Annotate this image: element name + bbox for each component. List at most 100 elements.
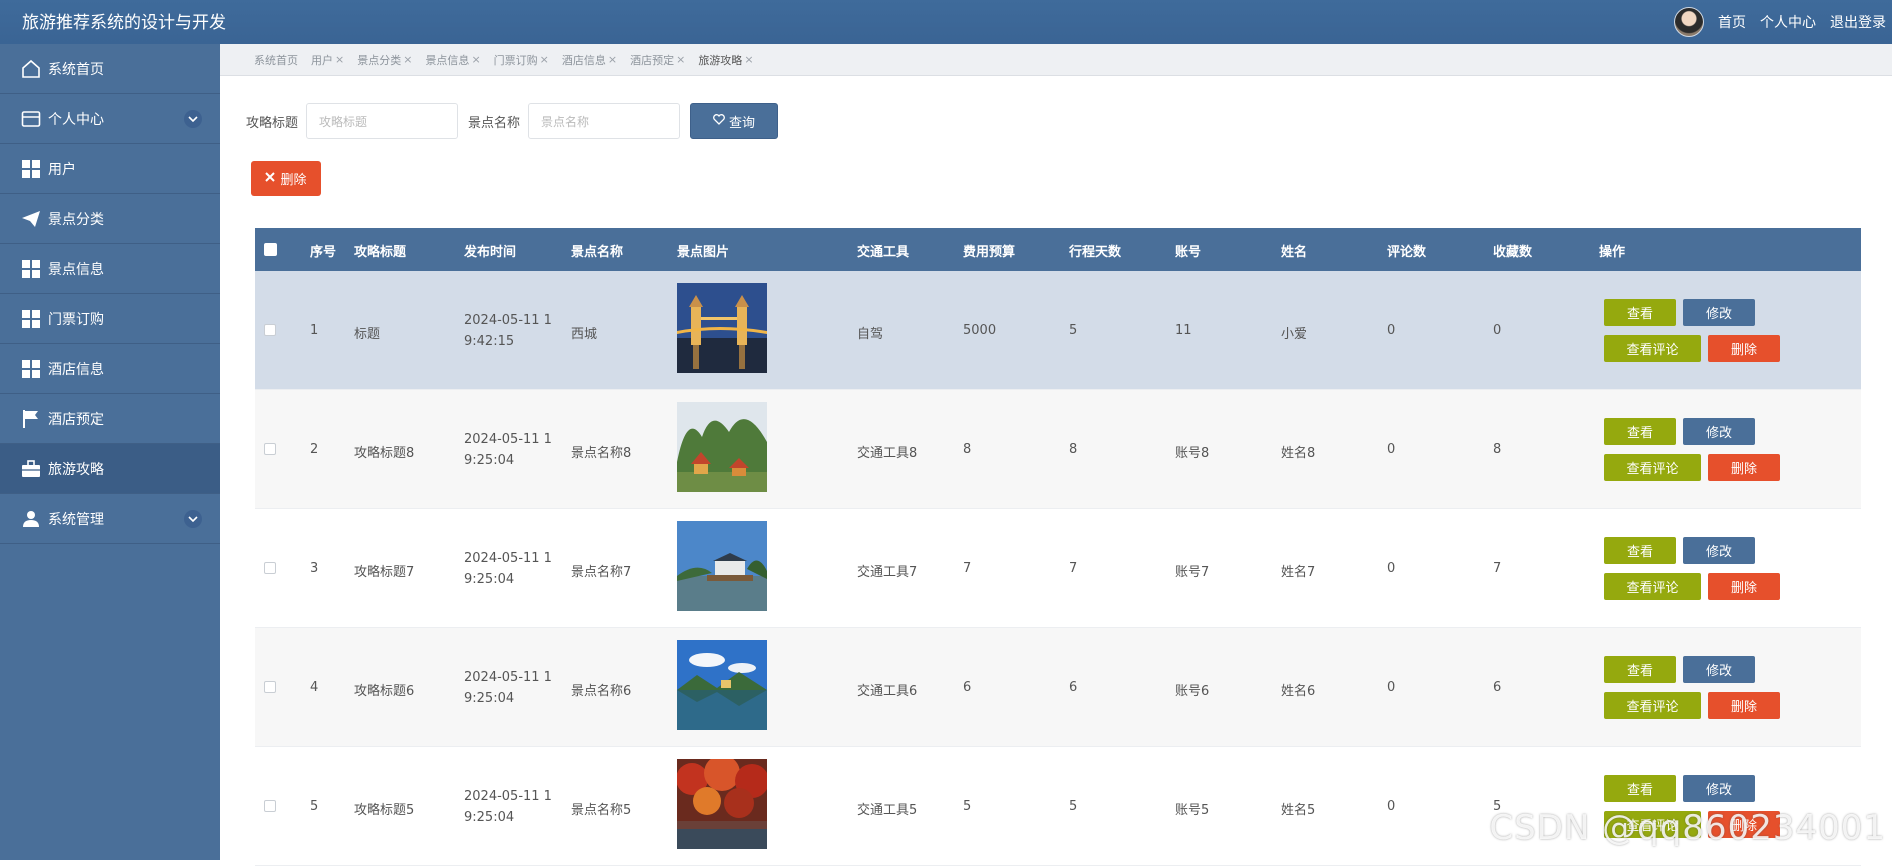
mountain-lake-image[interactable] xyxy=(677,640,767,730)
lake-boat-image[interactable] xyxy=(677,521,767,611)
tab-bar: 系统首页 用户× 景点分类× 景点信息× 门票订购× 酒店信息× 酒店预定× 旅… xyxy=(220,44,1892,76)
title-search-input[interactable]: 攻略标题 xyxy=(306,103,458,139)
cell-spot: 西城 xyxy=(571,323,597,342)
spot-name-search-input[interactable]: 景点名称 xyxy=(528,103,680,139)
view-comments-button[interactable]: 查看评论 xyxy=(1604,692,1701,719)
sidebar-item-hotel-info[interactable]: 酒店信息 xyxy=(0,344,220,394)
chevron-down-icon[interactable] xyxy=(184,110,202,128)
close-icon[interactable]: × xyxy=(403,53,412,66)
tab-spot-info[interactable]: 景点信息× xyxy=(425,52,480,68)
table-row[interactable]: 1 标题 2024-05-11 19:42:15 西城 自驾 5000 5 11… xyxy=(255,271,1861,390)
grid-icon xyxy=(20,258,42,280)
cell-favs: 0 xyxy=(1493,323,1501,338)
view-comments-button[interactable]: 查看评论 xyxy=(1604,454,1701,481)
view-comments-button[interactable]: 查看评论 xyxy=(1604,573,1701,600)
tab-label: 系统首页 xyxy=(254,52,298,68)
edit-button[interactable]: 修改 xyxy=(1683,418,1755,445)
tab-hotel-booking[interactable]: 酒店预定× xyxy=(630,52,685,68)
view-comments-button[interactable]: 查看评论 xyxy=(1604,335,1701,362)
cell-comments: 0 xyxy=(1387,323,1395,338)
close-icon[interactable]: × xyxy=(608,53,617,66)
grid-icon xyxy=(20,358,42,380)
close-icon[interactable]: × xyxy=(471,53,480,66)
view-button[interactable]: 查看 xyxy=(1604,656,1676,683)
tab-home[interactable]: 系统首页 xyxy=(254,52,298,68)
cell-time: 2024-05-11 19:25:04 xyxy=(464,548,554,590)
top-right-nav: 首页 个人中心 退出登录 xyxy=(1674,4,1892,40)
chevron-down-icon[interactable] xyxy=(184,510,202,528)
edit-button[interactable]: 修改 xyxy=(1683,775,1755,802)
close-icon[interactable]: × xyxy=(744,53,753,66)
table-row[interactable]: 2 攻略标题8 2024-05-11 19:25:04 景点名称8 交通工具8 … xyxy=(255,390,1861,509)
col-comments: 评论数 xyxy=(1387,241,1426,260)
row-checkbox[interactable] xyxy=(264,800,276,812)
sidebar-item-spot-category[interactable]: 景点分类 xyxy=(0,194,220,244)
sidebar-item-label: 旅游攻略 xyxy=(48,459,104,479)
delete-button[interactable]: 删除 xyxy=(1708,573,1780,600)
delete-button[interactable]: 删除 xyxy=(1708,692,1780,719)
cell-spot: 景点名称5 xyxy=(571,799,631,818)
sidebar-item-hotel-booking[interactable]: 酒店预定 xyxy=(0,394,220,444)
home-icon xyxy=(20,58,42,80)
karst-pagoda-image[interactable] xyxy=(677,402,767,492)
user-icon xyxy=(20,508,42,530)
tab-travel-guide[interactable]: 旅游攻略× xyxy=(698,52,753,68)
sidebar-item-travel-guide[interactable]: 旅游攻略 xyxy=(0,444,220,494)
home-link[interactable]: 首页 xyxy=(1718,12,1746,32)
tower-bridge-night-image[interactable] xyxy=(677,283,767,373)
edit-button[interactable]: 修改 xyxy=(1683,299,1755,326)
view-button[interactable]: 查看 xyxy=(1604,299,1676,326)
table-header: 序号 攻略标题 发布时间 景点名称 景点图片 交通工具 费用预算 行程天数 账号… xyxy=(255,228,1861,271)
avatar[interactable] xyxy=(1674,7,1704,37)
query-button[interactable]: 查询 xyxy=(690,103,778,139)
sidebar-item-system-admin[interactable]: 系统管理 xyxy=(0,494,220,544)
cell-days: 6 xyxy=(1069,680,1077,695)
delete-button[interactable]: 删除 xyxy=(1708,335,1780,362)
close-icon[interactable]: × xyxy=(676,53,685,66)
cell-account: 账号5 xyxy=(1175,799,1209,818)
edit-button[interactable]: 修改 xyxy=(1683,537,1755,564)
sidebar-item-spot-info[interactable]: 景点信息 xyxy=(0,244,220,294)
sidebar-item-users[interactable]: 用户 xyxy=(0,144,220,194)
cell-transport: 交通工具8 xyxy=(857,442,917,461)
profile-link[interactable]: 个人中心 xyxy=(1760,12,1816,32)
col-no: 序号 xyxy=(310,241,336,260)
table-row[interactable]: 4 攻略标题6 2024-05-11 19:25:04 景点名称6 交通工具6 … xyxy=(255,628,1861,747)
close-icon xyxy=(265,171,275,186)
close-icon[interactable]: × xyxy=(540,53,549,66)
sidebar-item-label: 酒店预定 xyxy=(48,409,104,429)
sidebar-item-profile[interactable]: 个人中心 xyxy=(0,94,220,144)
title-search-label: 攻略标题 xyxy=(246,112,298,131)
logout-link[interactable]: 退出登录 xyxy=(1830,12,1886,32)
table-row[interactable]: 3 攻略标题7 2024-05-11 19:25:04 景点名称7 交通工具7 … xyxy=(255,509,1861,628)
sidebar-item-ticket-order[interactable]: 门票订购 xyxy=(0,294,220,344)
spot-name-search-label: 景点名称 xyxy=(468,112,520,131)
search-row: 攻略标题 攻略标题 景点名称 景点名称 查询 xyxy=(246,103,778,139)
cell-name: 姓名7 xyxy=(1281,561,1315,580)
sidebar-item-label: 个人中心 xyxy=(48,109,104,129)
tab-ticket-order[interactable]: 门票订购× xyxy=(494,52,549,68)
edit-button[interactable]: 修改 xyxy=(1683,656,1755,683)
batch-delete-button[interactable]: 删除 xyxy=(251,161,321,196)
close-icon[interactable]: × xyxy=(335,53,344,66)
view-button[interactable]: 查看 xyxy=(1604,775,1676,802)
view-button[interactable]: 查看 xyxy=(1604,537,1676,564)
tab-hotel-info[interactable]: 酒店信息× xyxy=(562,52,617,68)
tab-spot-category[interactable]: 景点分类× xyxy=(357,52,412,68)
row-checkbox[interactable] xyxy=(264,562,276,574)
delete-button[interactable]: 删除 xyxy=(1708,454,1780,481)
row-checkbox[interactable] xyxy=(264,681,276,693)
sidebar-item-label: 系统管理 xyxy=(48,509,104,529)
row-checkbox[interactable] xyxy=(264,324,276,336)
tab-label: 用户 xyxy=(311,52,333,68)
col-favs: 收藏数 xyxy=(1493,241,1532,260)
cell-comments: 0 xyxy=(1387,799,1395,814)
view-button[interactable]: 查看 xyxy=(1604,418,1676,445)
autumn-trees-image[interactable] xyxy=(677,759,767,849)
select-all-checkbox[interactable] xyxy=(264,243,277,256)
tab-users[interactable]: 用户× xyxy=(311,52,344,68)
cell-transport: 交通工具5 xyxy=(857,799,917,818)
row-checkbox[interactable] xyxy=(264,443,276,455)
table-row[interactable]: 5 攻略标题5 2024-05-11 19:25:04 景点名称5 交通工具5 … xyxy=(255,747,1861,866)
sidebar-item-home[interactable]: 系统首页 xyxy=(0,44,220,94)
